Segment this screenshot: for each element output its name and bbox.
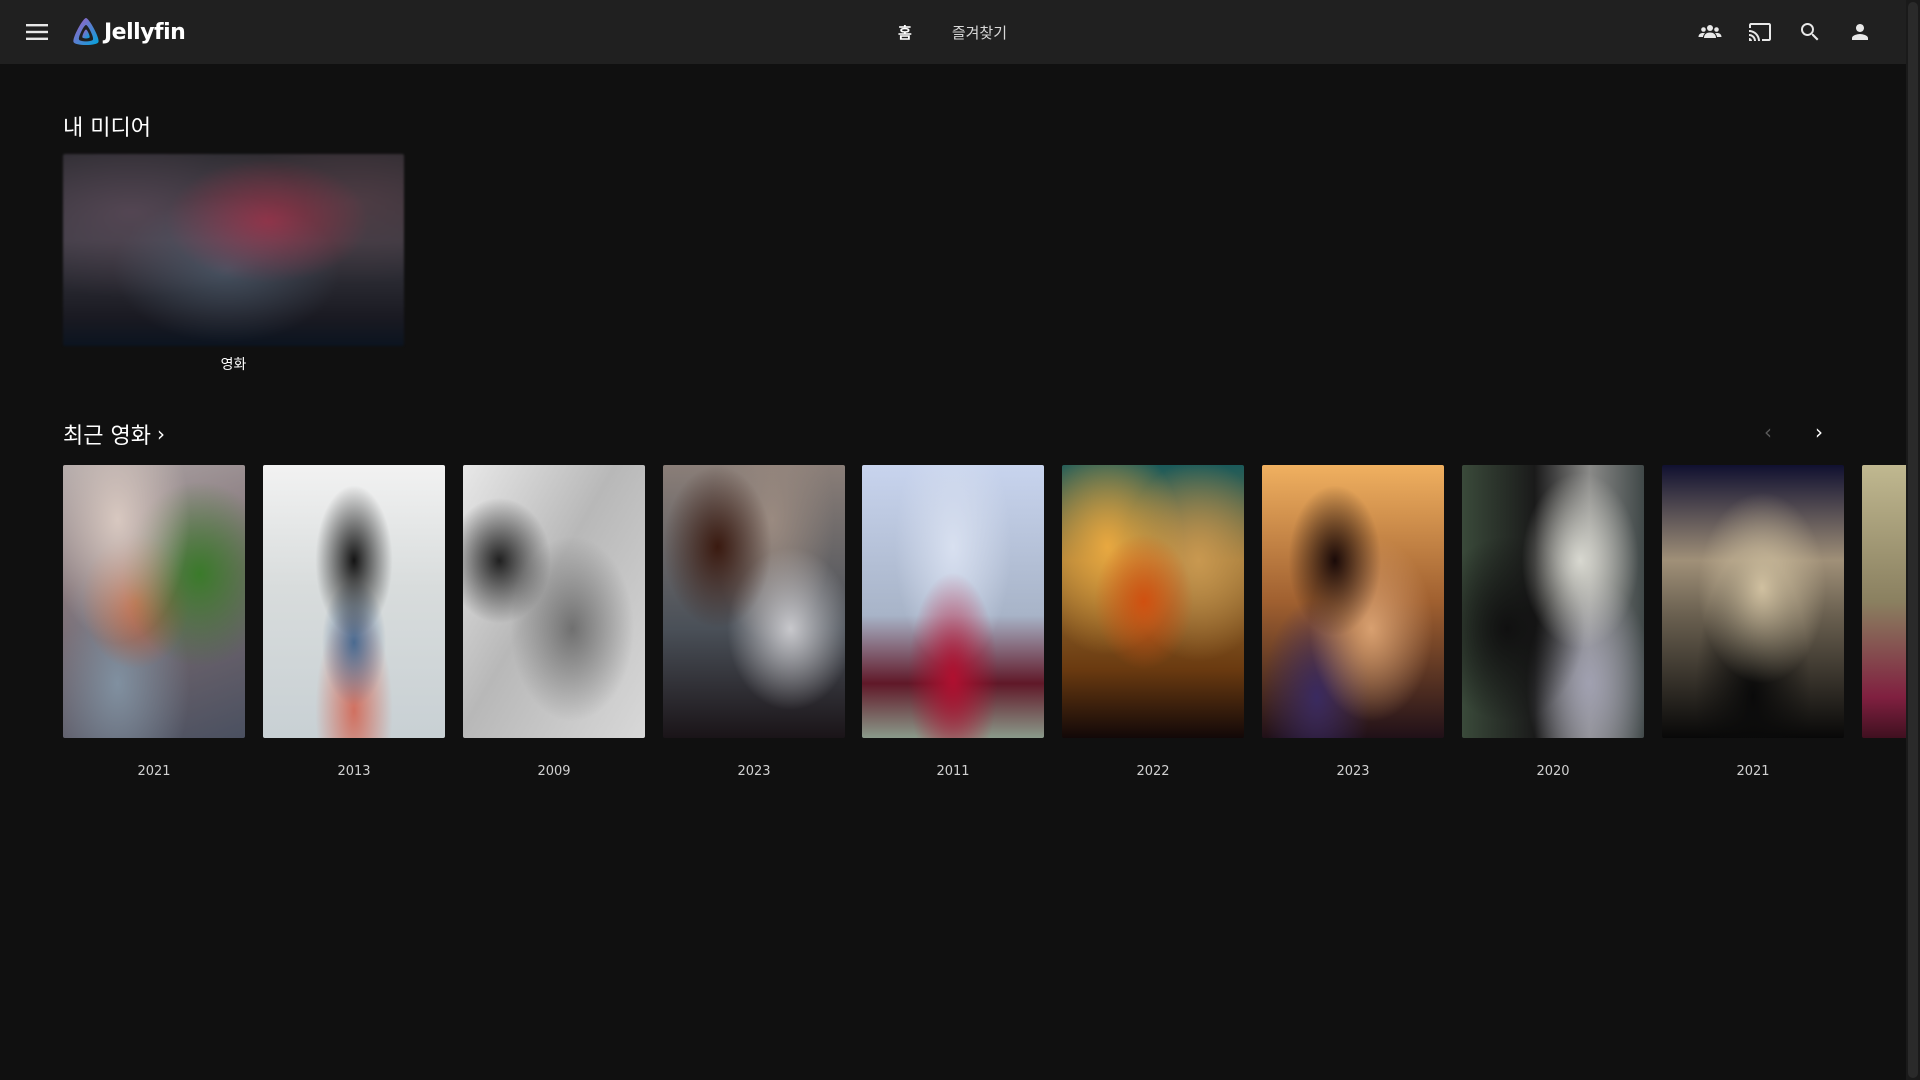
- page-scrollbar[interactable]: [1906, 0, 1920, 1080]
- carousel-next-button[interactable]: ›: [1799, 418, 1839, 446]
- search-icon: [1801, 23, 1819, 41]
- movie-year: 2009: [537, 764, 571, 779]
- movie-poster[interactable]: [1862, 465, 1906, 738]
- movie-card[interactable]: [1862, 465, 1906, 764]
- cast-button[interactable]: [1740, 12, 1780, 52]
- my-media-title-text: 내 미디어: [63, 116, 151, 141]
- recent-movies-title-text: 최근 영화: [63, 424, 151, 449]
- movie-card[interactable]: 2009: [463, 465, 645, 779]
- jellyfin-logo-icon: [73, 18, 99, 45]
- library-card-movies[interactable]: 영화: [63, 154, 404, 374]
- jellyfin-logo[interactable]: Jellyfin: [70, 15, 186, 49]
- library-label: 영화: [220, 357, 247, 373]
- movie-year: 2020: [1536, 764, 1570, 779]
- scrollbar-thumb[interactable]: [1908, 2, 1918, 1078]
- movie-poster[interactable]: [263, 465, 445, 738]
- carousel-prev-button[interactable]: ‹: [1748, 418, 1788, 446]
- movie-card[interactable]: 2023: [1262, 465, 1444, 779]
- movie-year: 2021: [1736, 764, 1770, 779]
- movie-year: 2011: [936, 764, 970, 779]
- movie-poster[interactable]: [862, 465, 1044, 738]
- cast-icon: [1749, 23, 1771, 41]
- movie-poster[interactable]: [1262, 465, 1444, 738]
- movie-card[interactable]: 2022: [1062, 465, 1244, 779]
- library-thumbnail[interactable]: [63, 154, 404, 346]
- logo-text: Jellyfin: [104, 19, 186, 45]
- movie-year: 2023: [1336, 764, 1370, 779]
- chevron-right-icon: ›: [156, 422, 165, 446]
- movie-card[interactable]: 2020: [1462, 465, 1644, 779]
- movie-poster[interactable]: [663, 465, 845, 738]
- movie-poster[interactable]: [463, 465, 645, 738]
- recent-movies-row: 2021 2013 2009 2023 2011 2022 2023 2020 …: [63, 465, 1906, 795]
- my-media-title: 내 미디어: [63, 110, 151, 142]
- menu-icon: [26, 24, 48, 40]
- movie-year: 2021: [137, 764, 171, 779]
- chevron-right-icon: ›: [1815, 420, 1823, 444]
- movie-card[interactable]: 2013: [263, 465, 445, 779]
- movie-card[interactable]: 2021: [63, 465, 245, 779]
- movie-card[interactable]: 2023: [663, 465, 845, 779]
- search-button[interactable]: [1790, 12, 1830, 52]
- user-button[interactable]: [1840, 12, 1880, 52]
- header-bar: Jellyfin 홈 즐겨찾기: [0, 0, 1906, 64]
- nav-tabs: 홈 즐겨찾기: [884, 0, 1021, 64]
- movie-poster[interactable]: [1062, 465, 1244, 738]
- header-actions: [1680, 12, 1880, 52]
- movie-year: 2023: [737, 764, 771, 779]
- recent-movies-title[interactable]: 최근 영화 ›: [63, 418, 165, 450]
- tab-home[interactable]: 홈: [884, 0, 926, 64]
- movie-year: 2013: [337, 764, 371, 779]
- movie-year: 2022: [1136, 764, 1170, 779]
- movie-card[interactable]: 2021: [1662, 465, 1844, 779]
- syncplay-button[interactable]: [1690, 12, 1730, 52]
- tab-favorites[interactable]: 즐겨찾기: [938, 0, 1021, 64]
- movie-poster[interactable]: [1462, 465, 1644, 738]
- menu-button[interactable]: [22, 18, 52, 46]
- movie-poster[interactable]: [63, 465, 245, 738]
- user-icon: [1852, 24, 1868, 40]
- syncplay-icon: [1698, 25, 1722, 38]
- movie-poster[interactable]: [1662, 465, 1844, 738]
- movie-card[interactable]: 2011: [862, 465, 1044, 779]
- chevron-left-icon: ‹: [1764, 420, 1772, 444]
